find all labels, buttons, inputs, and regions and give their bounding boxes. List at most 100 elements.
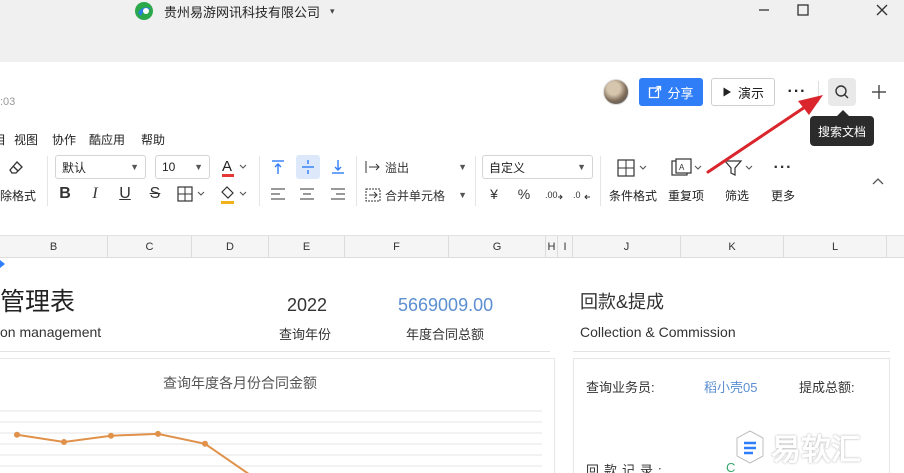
share-icon xyxy=(649,85,662,99)
column-header[interactable]: K xyxy=(681,236,784,258)
svg-text:.0: .0 xyxy=(573,190,581,200)
increase-decimal-icon: .00 xyxy=(545,190,563,200)
menu-item-help[interactable]: 帮助 xyxy=(141,131,165,148)
plus-icon xyxy=(872,85,886,99)
ribbon-divider xyxy=(600,156,601,206)
present-button[interactable]: 演示 xyxy=(711,78,775,106)
underline-icon: U xyxy=(119,185,131,202)
monthly-contract-chart[interactable]: 查询年度各月份合同金额 xyxy=(0,358,555,473)
conditional-format-icon xyxy=(617,159,647,177)
minimize-button[interactable] xyxy=(749,0,779,20)
column-header[interactable]: J xyxy=(573,236,681,258)
team-caret-icon: ▾ xyxy=(330,5,335,16)
column-header[interactable]: D xyxy=(192,236,269,258)
number-format-select[interactable]: 自定义 ▼ xyxy=(482,155,593,179)
collection-title: 回款&提成 xyxy=(580,292,665,312)
collapse-ribbon-button[interactable] xyxy=(868,172,888,190)
filter-button[interactable] xyxy=(721,156,757,180)
column-header[interactable]: L xyxy=(784,236,887,258)
maximize-icon xyxy=(797,4,809,16)
filter-icon xyxy=(723,160,753,176)
column-header[interactable]: E xyxy=(269,236,345,258)
salesperson-value[interactable]: 稻小壳05 xyxy=(704,377,757,396)
section-divider xyxy=(573,351,890,352)
minimize-icon xyxy=(759,9,769,11)
chevron-down-icon: ▼ xyxy=(458,162,467,172)
section-divider xyxy=(0,351,550,352)
italic-button[interactable]: I xyxy=(85,183,105,205)
merge-cells-select[interactable]: 合并单元格 ▼ xyxy=(365,183,471,207)
chart-point[interactable] xyxy=(61,439,67,445)
collection-subtitle: Collection & Commission xyxy=(580,324,736,340)
present-label: 演示 xyxy=(737,85,764,101)
window-titlebar: 贵州易游网讯科技有限公司 ▾ xyxy=(0,0,904,62)
align-top-button[interactable] xyxy=(267,156,289,178)
align-middle-button[interactable] xyxy=(296,155,320,179)
strikethrough-button[interactable]: S xyxy=(145,183,165,205)
column-header[interactable]: H xyxy=(546,236,558,258)
menu-bar: 目 视图 协作 酷应用 帮助 xyxy=(0,124,904,152)
svg-text:A: A xyxy=(222,158,232,175)
currency-icon: ¥ xyxy=(490,186,498,202)
align-left-button[interactable] xyxy=(267,183,289,205)
query-year-value[interactable]: 2022 xyxy=(287,295,327,316)
close-window-button[interactable] xyxy=(867,0,897,20)
duplicate-icon: A xyxy=(671,158,702,176)
menu-item-view[interactable]: 视图 xyxy=(14,131,38,148)
search-tooltip: 搜索文档 xyxy=(810,110,874,146)
search-document-button[interactable] xyxy=(828,78,856,106)
text-overflow-select[interactable]: 溢出 ▼ xyxy=(365,155,471,179)
duplicate-items-button[interactable]: A xyxy=(668,156,708,180)
align-right-button[interactable] xyxy=(327,183,349,205)
watermark: 易软汇 xyxy=(735,425,861,469)
font-size-select[interactable]: 10 ▼ xyxy=(155,155,210,179)
align-center-button[interactable] xyxy=(296,183,318,205)
column-header[interactable]: I xyxy=(558,236,573,258)
search-tooltip-text: 搜索文档 xyxy=(817,124,866,139)
new-button[interactable] xyxy=(866,78,892,106)
annual-total-value[interactable]: 5669009.00 xyxy=(398,295,493,316)
border-button[interactable] xyxy=(175,183,211,205)
chart-point[interactable] xyxy=(108,432,114,439)
chart-point[interactable] xyxy=(202,440,208,447)
ribbon-divider xyxy=(356,156,357,206)
chevron-down-icon: ▼ xyxy=(458,190,467,200)
svg-text:.00: .00 xyxy=(545,190,558,200)
column-header[interactable]: B xyxy=(0,236,108,258)
share-label: 分享 xyxy=(667,85,694,101)
conditional-format-button[interactable] xyxy=(613,156,653,180)
team-switcher[interactable]: 贵州易游网讯科技有限公司 ▾ xyxy=(134,1,335,21)
fill-color-button[interactable] xyxy=(217,183,253,205)
share-button[interactable]: 分享 xyxy=(639,78,703,106)
menu-item-collaborate[interactable]: 协作 xyxy=(52,131,76,148)
chart-point[interactable] xyxy=(155,430,161,437)
ribbon-more-button[interactable]: ··· xyxy=(771,156,795,180)
maximize-button[interactable] xyxy=(788,0,818,20)
avatar[interactable] xyxy=(603,79,629,105)
header-divider xyxy=(818,81,819,103)
font-color-button[interactable]: A xyxy=(218,155,252,179)
font-family-value: 默认 xyxy=(62,160,87,175)
clear-format-button[interactable] xyxy=(4,156,28,178)
more-icon: ··· xyxy=(787,83,807,100)
column-header[interactable]: F xyxy=(345,236,449,258)
filter-label: 筛选 xyxy=(725,189,750,203)
more-options-button[interactable]: ··· xyxy=(785,80,809,104)
column-header[interactable]: G xyxy=(449,236,546,258)
sheet-subtitle: on management xyxy=(0,324,102,340)
close-icon xyxy=(876,4,888,16)
font-family-select[interactable]: 默认 ▼ xyxy=(55,155,146,179)
menu-item-partial[interactable]: 目 xyxy=(0,131,6,148)
menu-item-cool-apps[interactable]: 酷应用 xyxy=(89,131,125,148)
percent-format-button[interactable]: % xyxy=(514,183,534,205)
percent-icon: % xyxy=(517,186,531,202)
increase-decimal-button[interactable]: .00 xyxy=(544,183,564,205)
underline-button[interactable]: U xyxy=(115,183,135,205)
column-header[interactable]: C xyxy=(108,236,192,258)
bold-button[interactable]: B xyxy=(55,183,75,205)
align-bottom-button[interactable] xyxy=(327,156,349,178)
decrease-decimal-button[interactable]: .0 xyxy=(572,183,592,205)
chart-plot xyxy=(0,410,542,473)
chart-point[interactable] xyxy=(14,431,20,438)
currency-format-button[interactable]: ¥ xyxy=(484,183,504,205)
